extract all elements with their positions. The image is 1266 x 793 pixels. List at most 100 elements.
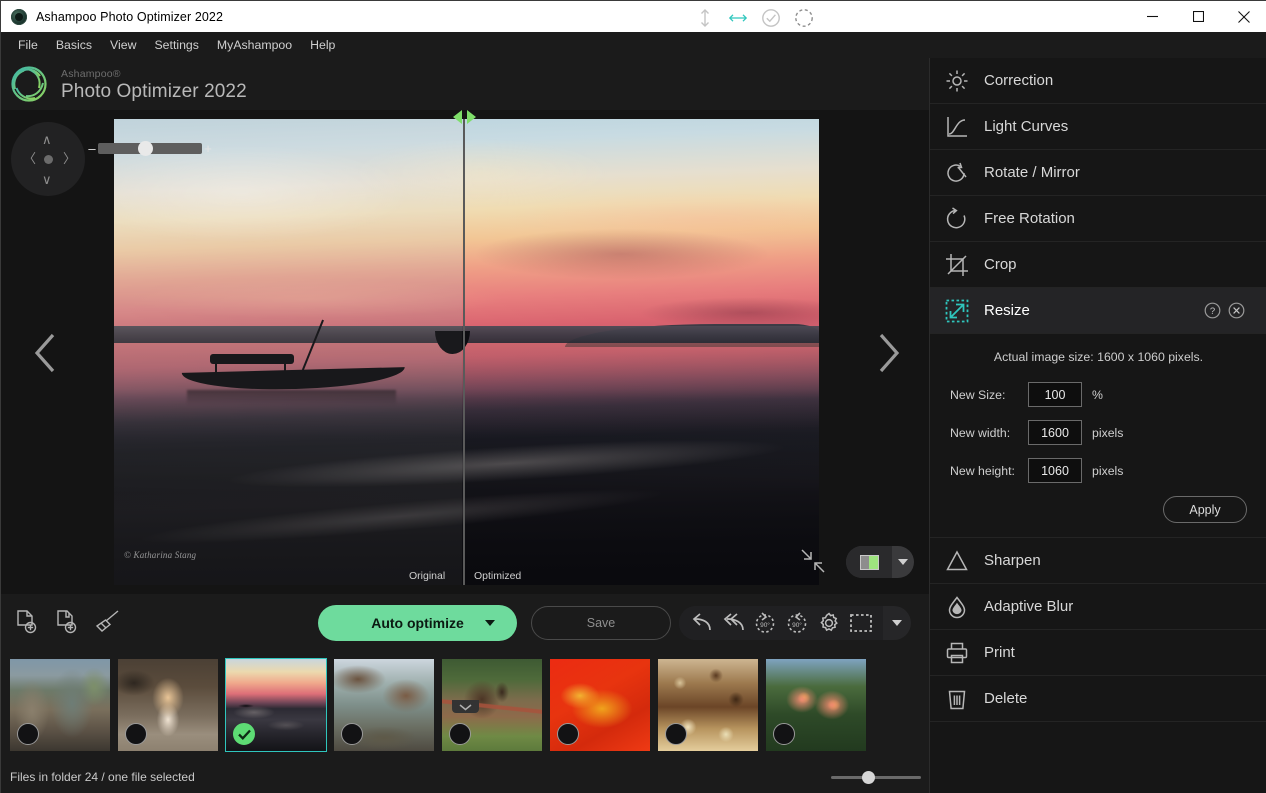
fit-to-window-button[interactable] bbox=[796, 546, 830, 576]
crop-icon bbox=[930, 253, 984, 277]
divider-handle-right[interactable] bbox=[467, 110, 476, 124]
actual-image-size-text: Actual image size: 1600 x 1060 pixels. bbox=[993, 350, 1204, 364]
pan-left-icon[interactable]: 〈 bbox=[23, 152, 36, 165]
undo-all-icon[interactable] bbox=[720, 610, 746, 636]
zoom-slider[interactable]: – + bbox=[86, 140, 214, 156]
fit-width-icon[interactable] bbox=[728, 8, 748, 28]
rotate-right-90-icon[interactable]: 90° bbox=[784, 610, 810, 636]
edit-tools-dropdown[interactable] bbox=[883, 620, 911, 626]
thumb-status-indicator bbox=[557, 723, 579, 745]
window-controls bbox=[1129, 1, 1266, 32]
brand-header: Ashampoo® Photo Optimizer 2022 bbox=[1, 58, 929, 110]
open-file-icon[interactable] bbox=[11, 607, 41, 637]
close-button[interactable] bbox=[1221, 1, 1266, 32]
maximize-button[interactable] bbox=[1175, 1, 1221, 32]
selection-marquee-icon[interactable] bbox=[848, 610, 874, 636]
zoom-slider-thumb[interactable] bbox=[138, 140, 153, 156]
window-title: Ashampoo Photo Optimizer 2022 bbox=[36, 9, 224, 24]
compare-mode-dropdown[interactable] bbox=[892, 559, 914, 565]
tools-panel: Correction Light Curves Rotate / Mirror bbox=[929, 58, 1266, 793]
tool-label: Adaptive Blur bbox=[984, 598, 1074, 615]
pan-down-icon[interactable]: ∨ bbox=[42, 173, 52, 186]
compare-mode-icon[interactable] bbox=[846, 546, 892, 578]
pan-right-icon[interactable]: 〉 bbox=[63, 152, 76, 165]
preview-image[interactable]: © Katharina Stang bbox=[114, 119, 819, 585]
minimize-button[interactable] bbox=[1129, 1, 1175, 32]
tool-delete[interactable]: Delete bbox=[930, 676, 1266, 722]
thumb-sunset-boat[interactable] bbox=[225, 658, 327, 752]
thumbnail-size-slider[interactable] bbox=[831, 770, 921, 784]
thumb-orange-butterfly[interactable] bbox=[550, 659, 650, 751]
clean-brush-icon[interactable] bbox=[91, 607, 121, 637]
tool-resize[interactable]: Resize ? bbox=[930, 288, 1266, 334]
tool-sharpen[interactable]: Sharpen bbox=[930, 538, 1266, 584]
zoom-in-icon[interactable]: + bbox=[202, 141, 214, 156]
apply-button[interactable]: Apply bbox=[1163, 496, 1247, 523]
tool-row-actions: ? bbox=[1204, 302, 1245, 319]
pan-center-dot[interactable] bbox=[44, 155, 53, 164]
new-width-unit: pixels bbox=[1092, 425, 1124, 440]
fit-height-icon[interactable] bbox=[695, 8, 715, 28]
new-width-input[interactable]: 1600 bbox=[1028, 420, 1082, 445]
tool-label: Correction bbox=[984, 72, 1054, 89]
open-folder-icon[interactable] bbox=[51, 607, 81, 637]
menu-myashampoo[interactable]: MyAshampoo bbox=[208, 35, 301, 55]
new-height-unit: pixels bbox=[1092, 463, 1124, 478]
menu-view[interactable]: View bbox=[101, 35, 145, 55]
close-panel-icon[interactable] bbox=[1228, 302, 1245, 319]
collapse-viewer-button[interactable] bbox=[452, 700, 479, 713]
previous-image-button[interactable] bbox=[17, 325, 73, 381]
thumb-pink-flowers[interactable] bbox=[766, 659, 866, 751]
pan-up-icon[interactable]: ∧ bbox=[42, 133, 52, 146]
thumb-tree-bird[interactable] bbox=[334, 659, 434, 751]
tool-print[interactable]: Print bbox=[930, 630, 1266, 676]
title-bar: Ashampoo Photo Optimizer 2022 bbox=[1, 1, 1266, 32]
undo-icon[interactable] bbox=[688, 610, 714, 636]
auto-optimize-dropdown-caret[interactable] bbox=[485, 620, 495, 626]
tool-crop[interactable]: Crop bbox=[930, 242, 1266, 288]
zoom-slider-track[interactable] bbox=[98, 140, 202, 156]
settings-gear-icon[interactable] bbox=[816, 610, 842, 636]
resize-options-panel: Actual image size: 1600 x 1060 pixels. N… bbox=[930, 334, 1266, 538]
tool-light-curves[interactable]: Light Curves bbox=[930, 104, 1266, 150]
compare-divider[interactable] bbox=[463, 119, 465, 585]
curve-graph-icon bbox=[930, 115, 984, 139]
new-size-input[interactable]: 100 bbox=[1028, 382, 1082, 407]
svg-text:90°: 90° bbox=[792, 621, 802, 629]
tool-free-rotation[interactable]: Free Rotation bbox=[930, 196, 1266, 242]
save-button[interactable]: Save bbox=[531, 606, 671, 640]
compare-mode-button[interactable] bbox=[846, 546, 914, 578]
next-image-button[interactable] bbox=[861, 325, 917, 381]
menu-file[interactable]: File bbox=[9, 35, 47, 55]
check-circle-icon[interactable] bbox=[761, 8, 781, 28]
sun-brightness-icon bbox=[930, 69, 984, 93]
tool-rotate-mirror[interactable]: Rotate / Mirror bbox=[930, 150, 1266, 196]
rotate-left-90-icon[interactable]: 90° bbox=[752, 610, 778, 636]
thumb-market-nuts[interactable] bbox=[658, 659, 758, 751]
free-rotation-icon bbox=[930, 206, 984, 231]
menu-settings[interactable]: Settings bbox=[145, 35, 207, 55]
thumb-temple-ruins[interactable] bbox=[10, 659, 110, 751]
resize-arrow-icon bbox=[930, 299, 984, 323]
thumb-status-indicator bbox=[341, 723, 363, 745]
printer-icon bbox=[930, 641, 984, 665]
tool-correction[interactable]: Correction bbox=[930, 58, 1266, 104]
menu-basics[interactable]: Basics bbox=[47, 35, 101, 55]
thumbnail-size-track[interactable] bbox=[831, 770, 921, 784]
zoom-out-icon[interactable]: – bbox=[86, 141, 98, 156]
new-height-input[interactable]: 1060 bbox=[1028, 458, 1082, 483]
menu-help[interactable]: Help bbox=[301, 35, 344, 55]
pan-control-pad[interactable]: ∧ ∨ 〈 〉 bbox=[11, 122, 85, 196]
tool-label: Resize bbox=[984, 302, 1030, 319]
new-size-label: New Size: bbox=[950, 387, 1006, 402]
thumbnail-size-handle[interactable] bbox=[862, 770, 875, 784]
tool-label: Crop bbox=[984, 256, 1017, 273]
tool-adaptive-blur[interactable]: Adaptive Blur bbox=[930, 584, 1266, 630]
tool-label: Light Curves bbox=[984, 118, 1069, 135]
divider-handle-left[interactable] bbox=[453, 110, 462, 124]
thumb-ginger-cat[interactable] bbox=[118, 659, 218, 751]
field-new-width: New width: 1600 pixels bbox=[950, 420, 1247, 445]
auto-optimize-button[interactable]: Auto optimize bbox=[318, 605, 517, 641]
pending-circle-icon[interactable] bbox=[794, 8, 814, 28]
help-icon[interactable]: ? bbox=[1204, 302, 1221, 319]
